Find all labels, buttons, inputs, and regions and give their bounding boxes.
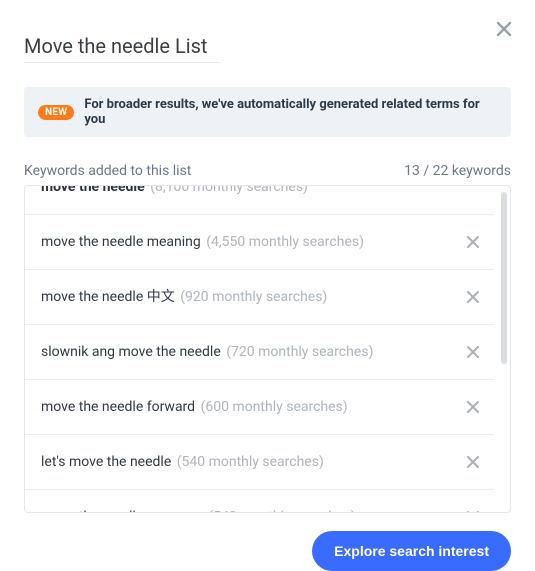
remove-keyword-icon[interactable] xyxy=(462,286,484,308)
keyword-label: move the needle forward xyxy=(41,399,195,415)
keyword-label: slownik ang move the needle xyxy=(41,344,221,360)
remove-keyword-icon[interactable] xyxy=(462,506,484,513)
remove-keyword-icon[interactable] xyxy=(462,451,484,473)
scrollbar-thumb[interactable] xyxy=(501,192,507,364)
keyword-text: move the needle forward (600 monthly sea… xyxy=(41,399,348,416)
keyword-count: 13 / 22 keywords xyxy=(404,163,511,179)
keyword-meta: (540 monthly searches) xyxy=(208,509,355,513)
banner-text: For broader results, we've automatically… xyxy=(84,97,497,127)
keyword-label: move the needle synonym xyxy=(41,509,203,513)
keyword-row: slownik ang move the needle (720 monthly… xyxy=(25,325,494,380)
keyword-text: move the needle (8,100 monthly searches) xyxy=(41,185,308,195)
remove-keyword-icon[interactable] xyxy=(462,396,484,418)
keyword-panel: move the needle (8,100 monthly searches)… xyxy=(24,185,511,513)
keyword-row: move the needle forward (600 monthly sea… xyxy=(25,380,494,435)
info-banner: NEW For broader results, we've automatic… xyxy=(24,87,511,137)
new-badge: NEW xyxy=(38,105,74,120)
subhead-label: Keywords added to this list xyxy=(24,163,191,179)
keyword-row: move the needle synonym (540 monthly sea… xyxy=(25,490,494,513)
page-title: Move the needle List xyxy=(24,34,220,63)
keyword-row: move the needle (8,100 monthly searches) xyxy=(25,185,494,215)
keyword-meta: (4,550 monthly searches) xyxy=(206,234,364,250)
keyword-meta: (720 monthly searches) xyxy=(226,344,373,360)
keyword-list-modal: Move the needle List NEW For broader res… xyxy=(0,0,535,561)
keyword-label: move the needle xyxy=(41,185,145,195)
keyword-meta: (540 monthly searches) xyxy=(177,454,324,470)
keyword-text: slownik ang move the needle (720 monthly… xyxy=(41,344,373,361)
list-subheader: Keywords added to this list 13 / 22 keyw… xyxy=(24,163,511,179)
close-icon[interactable] xyxy=(495,20,513,38)
keyword-meta: (920 monthly searches) xyxy=(180,289,327,305)
keyword-text: move the needle 中文 (920 monthly searches… xyxy=(41,289,327,306)
keyword-row: let's move the needle (540 monthly searc… xyxy=(25,435,494,490)
keyword-label: move the needle meaning xyxy=(41,234,201,250)
keyword-label: move the needle 中文 xyxy=(41,289,175,305)
keyword-meta: (8,100 monthly searches) xyxy=(150,185,308,195)
remove-keyword-icon[interactable] xyxy=(462,341,484,363)
keyword-row: move the needle 中文 (920 monthly searches… xyxy=(25,270,494,325)
explore-search-interest-button[interactable]: Explore search interest xyxy=(312,531,511,571)
keyword-text: move the needle synonym (540 monthly sea… xyxy=(41,509,356,513)
keyword-label: let's move the needle xyxy=(41,454,171,470)
keyword-text: let's move the needle (540 monthly searc… xyxy=(41,454,324,471)
keyword-meta: (600 monthly searches) xyxy=(201,399,348,415)
keyword-text: move the needle meaning (4,550 monthly s… xyxy=(41,234,364,251)
remove-keyword-icon[interactable] xyxy=(462,231,484,253)
keyword-row: move the needle meaning (4,550 monthly s… xyxy=(25,215,494,270)
